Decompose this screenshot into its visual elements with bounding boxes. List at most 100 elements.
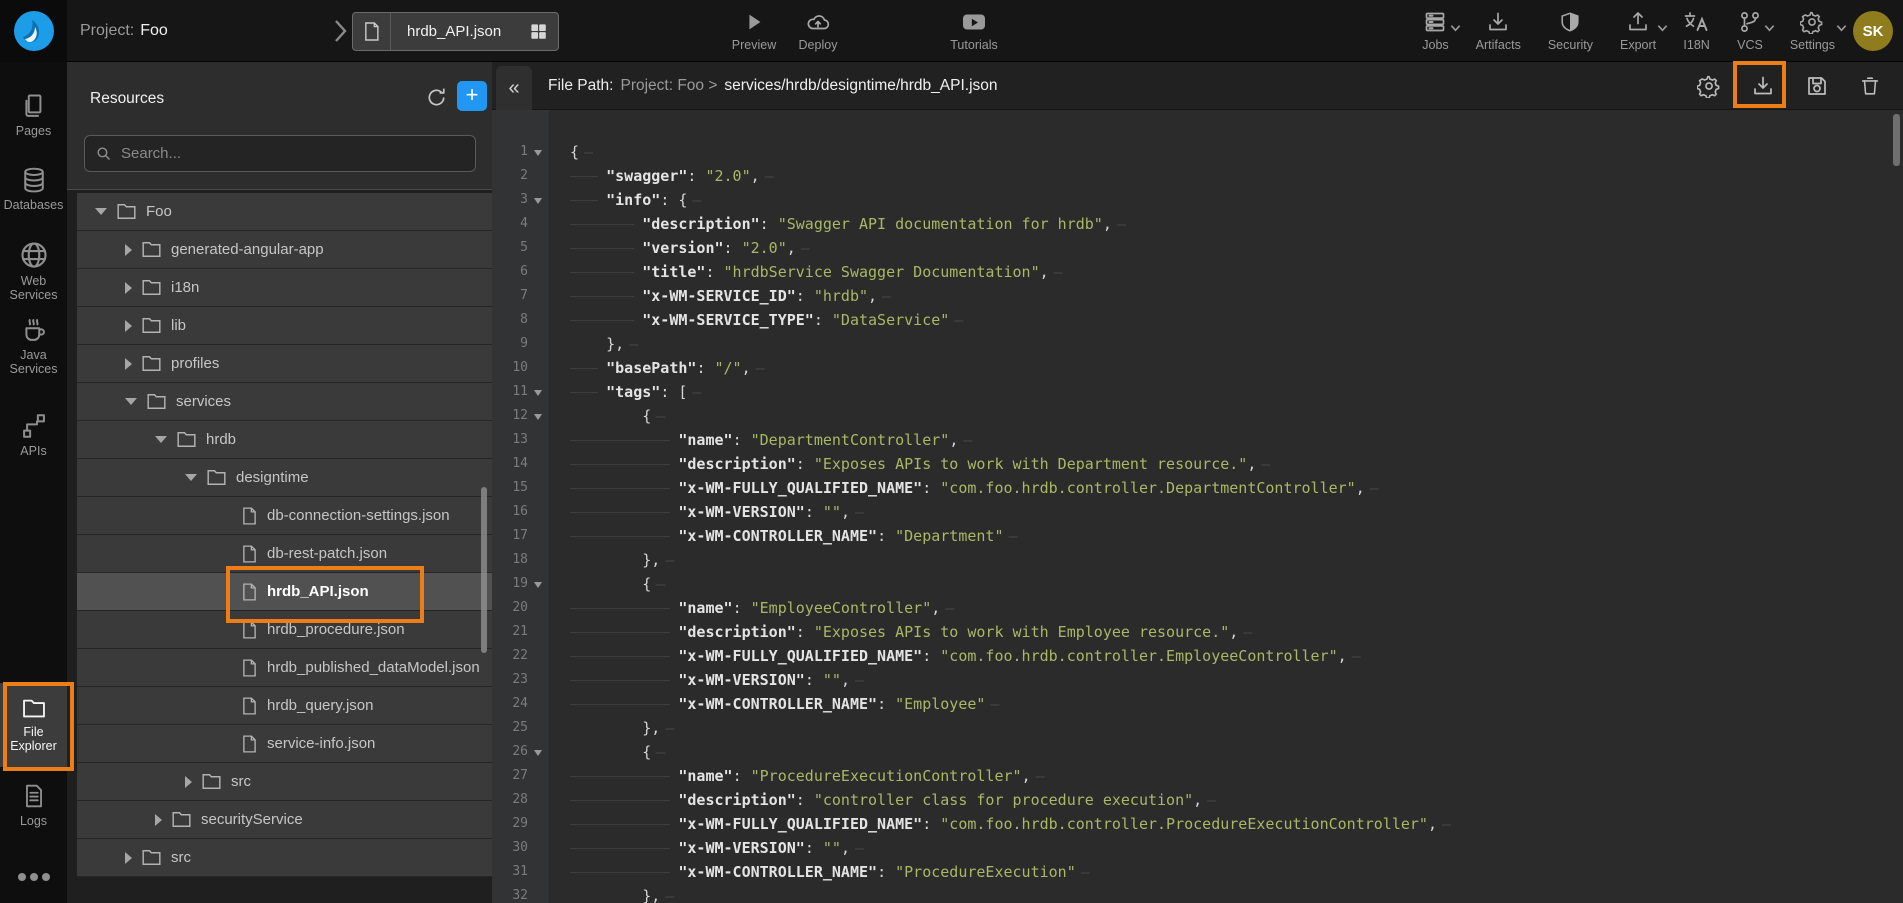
resources-scrollbar[interactable] [481, 487, 487, 653]
topbar-item-tutorials[interactable]: Tutorials [946, 8, 1002, 52]
code-editor[interactable]: 1{–2 "swagger": "2.0",–3 "info": {–4 "de… [492, 110, 1903, 903]
fold-caret-icon[interactable] [534, 150, 542, 156]
sidebar-item-pages[interactable]: Pages [0, 88, 67, 138]
code-line-15[interactable]: 15 "x-WM-FULLY_QUALIFIED_NAME": "com.foo… [492, 476, 1903, 500]
topbar-item-jobs[interactable]: Jobs [1422, 8, 1448, 52]
tree-file-hrdb_API.json[interactable]: hrdb_API.json [77, 573, 492, 611]
code-line-19[interactable]: 19 {– [492, 572, 1903, 596]
tree-file-service-info.json[interactable]: service-info.json [77, 725, 492, 763]
tree-folder-lib[interactable]: lib [77, 307, 492, 345]
sidebar-item-file-explorer[interactable]: File Explorer [0, 683, 67, 767]
sidebar-item-databases[interactable]: Databases [0, 162, 67, 212]
tree-folder-designtime[interactable]: designtime [77, 459, 492, 497]
code-line-9[interactable]: 9 },– [492, 332, 1903, 356]
expand-arrow-icon[interactable] [185, 474, 197, 481]
wavemaker-logo[interactable] [0, 0, 67, 62]
settings-button[interactable] [1697, 74, 1721, 98]
code-line-27[interactable]: 27 "name": "ProcedureExecutionController… [492, 764, 1903, 788]
tree-folder-i18n[interactable]: i18n [77, 269, 492, 307]
topbar-item-export[interactable]: Export [1620, 8, 1656, 52]
collapse-arrow-icon[interactable] [185, 776, 192, 788]
editor-scrollbar[interactable] [1893, 114, 1900, 166]
code-line-10[interactable]: 10 "basePath": "/",– [492, 356, 1903, 380]
code-line-22[interactable]: 22 "x-WM-FULLY_QUALIFIED_NAME": "com.foo… [492, 644, 1903, 668]
tree-folder-generated-angular-app[interactable]: generated-angular-app [77, 231, 492, 269]
tree-file-hrdb_query.json[interactable]: hrdb_query.json [77, 687, 492, 725]
topbar-item-i18n[interactable]: I18N [1683, 8, 1710, 52]
delete-button[interactable] [1859, 74, 1881, 98]
tree-folder-Foo[interactable]: Foo [77, 193, 492, 231]
code-line-13[interactable]: 13 "name": "DepartmentController",– [492, 428, 1903, 452]
code-line-30[interactable]: 30 "x-WM-VERSION": "",– [492, 836, 1903, 860]
grid-view-icon[interactable] [529, 22, 548, 41]
code-line-5[interactable]: 5 "version": "2.0",– [492, 236, 1903, 260]
tree-folder-services[interactable]: services [77, 383, 492, 421]
fold-caret-icon[interactable] [534, 414, 542, 420]
collapse-arrow-icon[interactable] [155, 814, 162, 826]
topbar-item-security[interactable]: Security [1548, 8, 1593, 52]
topbar-item-deploy[interactable]: Deploy [790, 8, 846, 52]
code-line-32[interactable]: 32 },– [492, 884, 1903, 903]
code-line-25[interactable]: 25 },– [492, 716, 1903, 740]
code-line-1[interactable]: 1{– [492, 140, 1903, 164]
collapse-arrow-icon[interactable] [125, 282, 132, 294]
fold-caret-icon[interactable] [534, 750, 542, 756]
tree-file-db-connection-settings.json[interactable]: db-connection-settings.json [77, 497, 492, 535]
tree-file-hrdb_procedure.json[interactable]: hrdb_procedure.json [77, 611, 492, 649]
code-line-28[interactable]: 28 "description": "controller class for … [492, 788, 1903, 812]
refresh-icon[interactable] [425, 86, 448, 109]
tree-folder-profiles[interactable]: profiles [77, 345, 492, 383]
code-line-16[interactable]: 16 "x-WM-VERSION": "",– [492, 500, 1903, 524]
code-line-18[interactable]: 18 },– [492, 548, 1903, 572]
open-file-tab[interactable]: hrdb_API.json [352, 12, 559, 51]
code-line-23[interactable]: 23 "x-WM-VERSION": "",– [492, 668, 1903, 692]
code-line-6[interactable]: 6 "title": "hrdbService Swagger Document… [492, 260, 1903, 284]
sidebar-item-logs[interactable]: Logs [0, 778, 67, 828]
sidebar-item-apis[interactable]: APIs [0, 408, 67, 458]
sidebar-item-more[interactable] [0, 868, 67, 882]
tree-folder-src[interactable]: src [77, 839, 492, 877]
tree-file-hrdb_published_dataModel.json[interactable]: hrdb_published_dataModel.json [77, 649, 492, 687]
code-line-17[interactable]: 17 "x-WM-CONTROLLER_NAME": "Department"– [492, 524, 1903, 548]
add-resource-button[interactable]: + [457, 81, 487, 111]
collapse-arrow-icon[interactable] [125, 852, 132, 864]
fold-caret-icon[interactable] [534, 198, 542, 204]
code-line-29[interactable]: 29 "x-WM-FULLY_QUALIFIED_NAME": "com.foo… [492, 812, 1903, 836]
code-line-4[interactable]: 4 "description": "Swagger API documentat… [492, 212, 1903, 236]
save-button[interactable] [1805, 74, 1829, 98]
collapse-panel-button[interactable]: « [496, 66, 532, 110]
topbar-item-vcs[interactable]: VCS [1737, 8, 1763, 52]
download-button[interactable] [1751, 74, 1775, 98]
topbar-item-preview[interactable]: Preview [726, 8, 782, 52]
tree-folder-hrdb[interactable]: hrdb [77, 421, 492, 459]
tree-folder-securityService[interactable]: securityService [77, 801, 492, 839]
topbar-item-artifacts[interactable]: Artifacts [1476, 8, 1521, 52]
search-box[interactable] [84, 135, 476, 172]
fold-caret-icon[interactable] [534, 390, 542, 396]
code-line-21[interactable]: 21 "description": "Exposes APIs to work … [492, 620, 1903, 644]
expand-arrow-icon[interactable] [95, 208, 107, 215]
code-line-7[interactable]: 7 "x-WM-SERVICE_ID": "hrdb",– [492, 284, 1903, 308]
tree-folder-src[interactable]: src [77, 763, 492, 801]
expand-arrow-icon[interactable] [125, 398, 137, 405]
code-line-2[interactable]: 2 "swagger": "2.0",– [492, 164, 1903, 188]
collapse-arrow-icon[interactable] [125, 244, 132, 256]
code-line-20[interactable]: 20 "name": "EmployeeController",– [492, 596, 1903, 620]
user-avatar[interactable]: SK [1853, 11, 1893, 51]
expand-arrow-icon[interactable] [155, 436, 167, 443]
collapse-arrow-icon[interactable] [125, 320, 132, 332]
code-line-31[interactable]: 31 "x-WM-CONTROLLER_NAME": "ProcedureExe… [492, 860, 1903, 884]
fold-caret-icon[interactable] [534, 582, 542, 588]
code-line-24[interactable]: 24 "x-WM-CONTROLLER_NAME": "Employee"– [492, 692, 1903, 716]
sidebar-item-java-services[interactable]: Java Services [0, 312, 67, 376]
code-line-8[interactable]: 8 "x-WM-SERVICE_TYPE": "DataService"– [492, 308, 1903, 332]
topbar-item-settings[interactable]: Settings [1790, 8, 1835, 52]
search-input[interactable] [121, 145, 465, 162]
sidebar-item-web-services[interactable]: Web Services [0, 236, 67, 302]
code-line-26[interactable]: 26 {– [492, 740, 1903, 764]
code-line-3[interactable]: 3 "info": {– [492, 188, 1903, 212]
tree-file-db-rest-patch.json[interactable]: db-rest-patch.json [77, 535, 492, 573]
code-line-11[interactable]: 11 "tags": [– [492, 380, 1903, 404]
editor-lines[interactable]: 1{–2 "swagger": "2.0",–3 "info": {–4 "de… [492, 140, 1903, 903]
code-line-12[interactable]: 12 {– [492, 404, 1903, 428]
